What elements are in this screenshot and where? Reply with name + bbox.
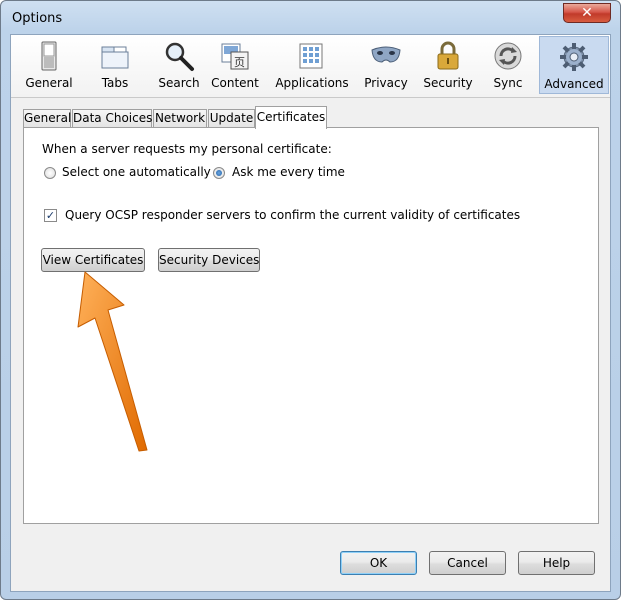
radio-select-automatically-label[interactable]: Select one automatically	[62, 165, 211, 179]
close-icon: ✕	[581, 5, 593, 21]
pane-label: Applications	[275, 76, 349, 90]
pane-label: Advanced	[544, 77, 604, 91]
tab-certificates[interactable]: Certificates	[255, 106, 327, 129]
help-button[interactable]: Help	[518, 551, 595, 575]
svg-text:页: 页	[234, 56, 245, 69]
certificates-panel: When a server requests my personal certi…	[23, 127, 599, 524]
options-window: Options ✕ General Tabs Search 页 Content …	[0, 0, 621, 600]
sync-icon	[494, 42, 522, 70]
pane-advanced[interactable]: Advanced	[539, 36, 609, 94]
ocsp-checkbox[interactable]: ✓	[44, 209, 57, 222]
view-certificates-button[interactable]: View Certificates	[41, 248, 145, 272]
pane-general[interactable]: General	[19, 36, 79, 94]
pane-label: Security	[423, 76, 473, 90]
pane-sync[interactable]: Sync	[485, 36, 531, 94]
cancel-button[interactable]: Cancel	[429, 551, 506, 575]
pane-privacy[interactable]: Privacy	[360, 36, 412, 94]
tab-data-choices[interactable]: Data Choices	[72, 109, 152, 128]
padlock-icon	[437, 41, 459, 70]
title-bar[interactable]: Options ✕	[1, 1, 620, 35]
close-button[interactable]: ✕	[563, 3, 611, 23]
security-devices-button[interactable]: Security Devices	[158, 248, 260, 272]
pane-tabs[interactable]: Tabs	[86, 36, 144, 94]
radio-ask-every-time-label[interactable]: Ask me every time	[232, 165, 345, 179]
pane-search[interactable]: Search	[149, 36, 209, 94]
general-switch-icon	[41, 41, 57, 71]
preferences-toolbar: General Tabs Search 页 Content Applicatio…	[11, 35, 610, 98]
tab-network[interactable]: Network	[153, 109, 207, 128]
tab-update[interactable]: Update	[208, 109, 255, 128]
privacy-mask-icon	[371, 46, 401, 63]
ocsp-checkbox-label[interactable]: Query OCSP responder servers to confirm …	[65, 208, 520, 222]
content-icon: 页	[221, 43, 249, 70]
pane-label: General	[25, 76, 73, 90]
pane-label: Privacy	[364, 76, 408, 90]
radio-select-automatically[interactable]	[44, 167, 56, 179]
radio-ask-every-time[interactable]	[213, 167, 225, 179]
magnifier-icon	[165, 42, 194, 71]
applications-icon	[299, 43, 323, 69]
pane-label: Tabs	[101, 76, 129, 90]
tabs-icon	[101, 46, 129, 69]
pane-security[interactable]: Security	[419, 36, 477, 94]
certificate-request-prompt: When a server requests my personal certi…	[42, 142, 332, 156]
ok-button[interactable]: OK	[340, 551, 417, 575]
tab-general[interactable]: General	[23, 109, 71, 128]
gear-icon	[560, 43, 588, 71]
options-client-area: General Tabs Search 页 Content Applicatio…	[10, 34, 611, 592]
pane-applications[interactable]: Applications	[273, 36, 351, 94]
pane-label: Sync	[493, 76, 523, 90]
pane-label: Content	[211, 76, 259, 90]
window-title: Options	[12, 11, 63, 26]
pane-content[interactable]: 页 Content	[209, 36, 261, 94]
pane-label: Search	[158, 76, 200, 90]
